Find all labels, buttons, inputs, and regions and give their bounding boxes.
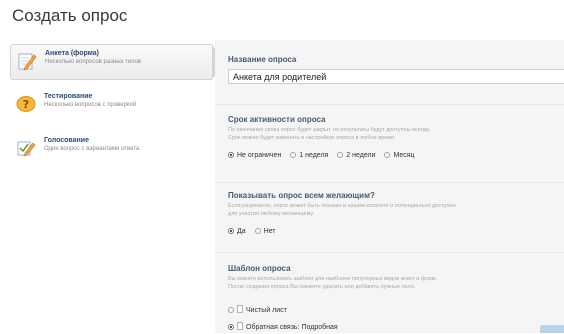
radio-icon[interactable] — [228, 324, 234, 330]
form-pencil-icon — [17, 51, 37, 71]
help-line: Вы можете использовать шаблон для наибол… — [228, 276, 437, 282]
option-label: Да — [237, 228, 246, 235]
type-desc: Несколько вопросов с проверкой — [44, 102, 137, 108]
type-title: Голосование — [44, 137, 89, 144]
radio-icon[interactable] — [228, 152, 234, 158]
help-line: для участия любому желающему. — [228, 210, 315, 217]
visibility-option-no[interactable]: Нет — [254, 228, 276, 235]
visibility-section: Показывать опрос всем желающим? Если раз… — [215, 182, 564, 253]
option-label: Обратная связь: Подробная — [246, 324, 338, 331]
template-section: Шаблон опроса Вы можете использовать шаб… — [215, 252, 564, 334]
radio-icon[interactable] — [384, 152, 391, 158]
visibility-label: Показывать опрос всем желающим? — [228, 191, 375, 200]
page-title: Создать опрос — [12, 6, 128, 25]
poll-type-list: Анкета (форма) Несколько вопросов разных… — [10, 44, 223, 176]
help-line: Если разрешено, опрос может быть показан… — [228, 203, 456, 209]
duration-option-unlimited[interactable]: Не ограничен — [228, 152, 281, 159]
help-line: По окончании срока опрос будет закрыт, н… — [228, 127, 431, 133]
duration-option-1-week[interactable]: 1 неделя — [290, 152, 328, 159]
poll-type-vote[interactable]: Голосование Один вопрос с вариантами отв… — [10, 132, 210, 168]
name-section: Название опроса Анкета для родителей — [215, 40, 564, 104]
option-label: 2 недели — [346, 152, 376, 159]
template-option-blank[interactable]: Чистый лист — [228, 305, 287, 314]
type-desc: Несколько вопросов разных типов — [45, 59, 142, 65]
check-pencil-icon — [16, 138, 36, 158]
help-line: После создания опроса Вы сможете удалить… — [228, 283, 416, 290]
radio-icon[interactable] — [290, 152, 297, 158]
poll-name-input[interactable]: Анкета для родителей — [228, 69, 564, 84]
document-icon — [237, 305, 243, 313]
duration-option-2-weeks[interactable]: 2 недели — [337, 152, 375, 159]
name-label: Название опроса — [228, 55, 297, 64]
type-desc: Один вопрос с вариантами ответа — [44, 146, 140, 152]
option-label: Месяц — [393, 152, 415, 159]
duration-label: Срок активности опроса — [228, 115, 326, 124]
help-line: Срок можно будет изменить в настройках о… — [228, 134, 396, 141]
poll-type-test[interactable]: ? Тестирование Несколько вопросов с пров… — [10, 88, 210, 124]
template-option-feedback[interactable]: Обратная связь: Подробная — [228, 322, 338, 331]
visibility-help: Если разрешено, опрос может быть показан… — [228, 203, 553, 218]
duration-help: По окончании срока опрос будет закрыт, н… — [228, 127, 553, 142]
template-help: Вы можете использовать шаблон для наибол… — [228, 276, 553, 291]
option-label: 1 неделя — [299, 152, 329, 159]
radio-icon[interactable] — [337, 152, 344, 158]
type-title: Тестирование — [44, 93, 93, 100]
duration-option-month[interactable]: Месяц — [384, 152, 415, 159]
radio-icon[interactable] — [254, 228, 261, 234]
create-button[interactable] — [540, 325, 564, 333]
duration-section: Срок активности опроса По окончании срок… — [215, 104, 564, 183]
visibility-option-yes[interactable]: Да — [228, 228, 246, 235]
radio-icon[interactable] — [228, 228, 234, 234]
document-icon — [237, 322, 243, 330]
option-label: Чистый лист — [246, 307, 287, 314]
question-icon: ? — [16, 94, 36, 114]
radio-icon[interactable] — [228, 307, 234, 313]
poll-form: Название опроса Анкета для родителей Сро… — [215, 40, 564, 333]
template-label: Шаблон опроса — [228, 264, 291, 273]
duration-options: Не ограничен 1 неделя 2 недели Месяц — [228, 152, 422, 159]
poll-type-form[interactable]: Анкета (форма) Несколько вопросов разных… — [10, 44, 223, 80]
option-label: Не ограничен — [237, 152, 282, 159]
visibility-options: Да Нет — [228, 228, 283, 235]
type-title: Анкета (форма) — [45, 50, 99, 57]
svg-text:?: ? — [23, 98, 29, 111]
option-label: Нет — [263, 228, 276, 235]
